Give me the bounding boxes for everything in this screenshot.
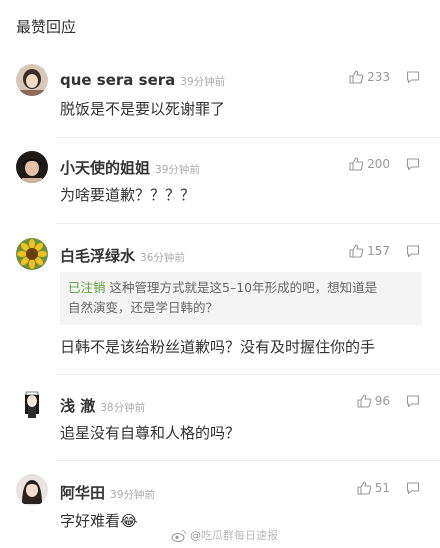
comment-time: 39分钟前 bbox=[110, 489, 155, 501]
divider bbox=[56, 137, 440, 138]
comment-author[interactable]: 阿华田 39分钟前 bbox=[60, 482, 155, 503]
comment-author[interactable]: 浅 澈 38分钟前 bbox=[60, 395, 145, 416]
comment-author[interactable]: que sera sera 39分钟前 bbox=[60, 71, 225, 89]
author-name[interactable]: 白毛浮绿水 bbox=[60, 247, 135, 265]
like-button[interactable]: 51 bbox=[356, 480, 390, 496]
weibo-watermark: @ 吃瓜群每日速报 bbox=[171, 527, 278, 543]
like-button[interactable]: 96 bbox=[356, 393, 390, 409]
comment-time: 38分钟前 bbox=[100, 402, 146, 414]
like-button[interactable]: 157 bbox=[348, 243, 390, 259]
quote-author[interactable]: 已注销 bbox=[68, 280, 106, 295]
comment-text-body: 字好难看 bbox=[60, 512, 121, 530]
laughing-tears-emoji-icon: 😂 bbox=[120, 512, 138, 530]
reply-icon[interactable] bbox=[406, 481, 420, 495]
comment-text: 追星没有自尊和人格的吗？ bbox=[60, 424, 241, 442]
thumbs-up-icon bbox=[357, 481, 372, 495]
reply-icon[interactable] bbox=[406, 70, 420, 84]
like-count: 200 bbox=[367, 157, 390, 171]
reply-icon[interactable] bbox=[406, 157, 420, 171]
watermark-text: 吃瓜群每日速报 bbox=[201, 529, 278, 542]
divider bbox=[56, 460, 440, 461]
quoted-reply[interactable]: 已注销 这种管理方式就是这5–10年形成的吧，想知道是 自然演变，还是学日韩的？ bbox=[60, 272, 422, 325]
weibo-logo-icon bbox=[171, 529, 186, 542]
author-name[interactable]: que sera sera bbox=[60, 71, 175, 89]
comment-text: 脱饭是不是要以死谢罪了 bbox=[60, 100, 226, 118]
comment-text: 为啥要道歉？？？？ bbox=[60, 186, 196, 204]
comment-actions: 200 bbox=[348, 156, 420, 172]
reply-icon[interactable] bbox=[406, 244, 420, 258]
avatar[interactable] bbox=[16, 238, 48, 270]
like-count: 233 bbox=[367, 70, 390, 84]
watermark-at: @ bbox=[190, 528, 201, 542]
avatar-girl-icon bbox=[16, 151, 48, 183]
comment-time: 39分钟前 bbox=[180, 76, 226, 88]
author-name[interactable]: 阿华田 bbox=[60, 484, 105, 502]
like-count: 51 bbox=[374, 481, 390, 495]
thumbs-up-icon bbox=[349, 244, 364, 258]
avatar[interactable] bbox=[16, 64, 48, 96]
author-name[interactable]: 小天使的姐姐 bbox=[60, 159, 150, 177]
avatar[interactable] bbox=[16, 151, 48, 183]
comment-actions: 233 bbox=[348, 69, 420, 85]
quote-line: 已注销 这种管理方式就是这5–10年形成的吧，想知道是 bbox=[68, 278, 414, 298]
sunflower-icon bbox=[16, 238, 48, 270]
comment-time: 36分钟前 bbox=[140, 252, 185, 264]
comment-actions: 96 bbox=[356, 393, 420, 409]
comment-text: 日韩不是该给粉丝道歉吗？没有及时握住你的手 bbox=[60, 338, 376, 356]
thumbs-up-icon bbox=[349, 157, 364, 171]
like-count: 157 bbox=[367, 244, 390, 258]
reply-icon[interactable] bbox=[406, 394, 420, 408]
thumbs-up-icon bbox=[349, 70, 364, 84]
quote-text: 自然演变，还是学日韩的？ bbox=[68, 300, 219, 315]
divider bbox=[56, 223, 440, 224]
like-count: 96 bbox=[374, 394, 390, 408]
like-button[interactable]: 233 bbox=[348, 69, 390, 85]
like-button[interactable]: 200 bbox=[348, 156, 390, 172]
avatar-girl-icon bbox=[16, 474, 48, 506]
author-name[interactable]: 浅 澈 bbox=[60, 397, 95, 415]
comment-author[interactable]: 白毛浮绿水 36分钟前 bbox=[60, 245, 185, 266]
divider bbox=[56, 374, 440, 375]
avatar-anime-icon bbox=[16, 388, 48, 420]
comment-author[interactable]: 小天使的姐姐 39分钟前 bbox=[60, 157, 200, 178]
quote-text: 这种管理方式就是这5–10年形成的吧，想知道是 bbox=[109, 280, 378, 295]
avatar-girl-icon bbox=[16, 64, 48, 96]
thumbs-up-icon bbox=[357, 394, 372, 408]
avatar[interactable] bbox=[16, 474, 48, 506]
section-title: 最赞回应 bbox=[16, 18, 77, 36]
comment-actions: 51 bbox=[356, 480, 420, 496]
avatar[interactable] bbox=[16, 388, 48, 420]
comment-text: 字好难看😂 bbox=[60, 510, 138, 531]
comment-actions: 157 bbox=[348, 243, 420, 259]
comment-time: 39分钟前 bbox=[155, 164, 200, 176]
